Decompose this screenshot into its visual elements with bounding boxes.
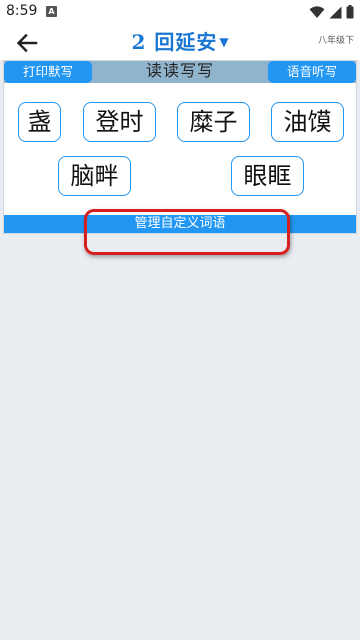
audio-dictation-button[interactable]: 语音听写 — [268, 61, 356, 83]
lesson-title-dropdown[interactable]: 2 回延安 ▼ — [0, 26, 360, 55]
word-chip[interactable]: 油馍 — [271, 102, 344, 142]
word-chip[interactable]: 脑畔 — [58, 156, 131, 196]
lesson-title: 2 回延安 — [131, 30, 218, 54]
grade-label: 八年级下 — [317, 36, 354, 46]
card-toolbar: 打印默写 读读写写 语音听写 — [4, 61, 356, 83]
app-header: 2 回延安 ▼ 八年级下 — [0, 24, 360, 60]
word-chip[interactable]: 糜子 — [177, 102, 250, 142]
caret-down-icon: ▼ — [219, 35, 229, 49]
section-title: 读读写写 — [145, 61, 214, 80]
word-chip[interactable]: 盏 — [18, 102, 61, 142]
word-card: 打印默写 读读写写 语音听写 盏 登时 糜子 油馍 脑畔 眼眶 管理自定义词语 — [3, 60, 357, 234]
manage-custom-words-button[interactable]: 管理自定义词语 — [4, 215, 356, 233]
status-bar: 8:59 A — [0, 0, 360, 24]
word-chip[interactable]: 登时 — [83, 102, 156, 142]
notification-a-icon: A — [46, 6, 57, 17]
wifi-icon — [309, 5, 325, 18]
print-dictation-button[interactable]: 打印默写 — [4, 61, 92, 83]
battery-icon — [346, 5, 354, 19]
cellular-signal-icon — [329, 6, 342, 18]
status-time: 8:59 — [6, 3, 38, 19]
word-chip[interactable]: 眼眶 — [231, 156, 304, 196]
status-icons — [309, 5, 354, 19]
